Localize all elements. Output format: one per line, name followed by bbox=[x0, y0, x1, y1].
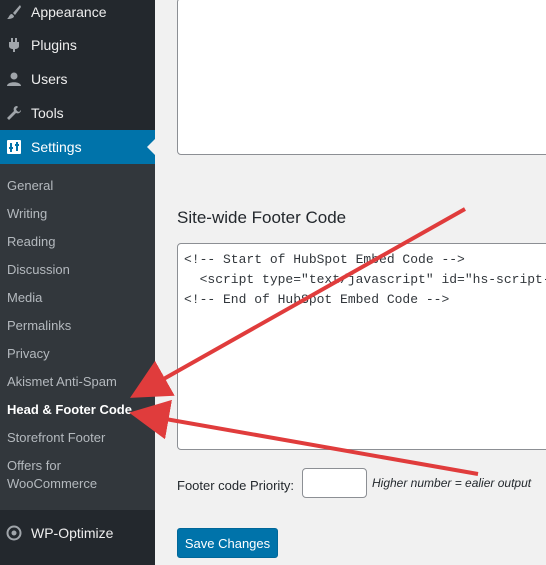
submenu-privacy[interactable]: Privacy bbox=[7, 345, 50, 363]
admin-sidebar: Appearance Plugins Users Tools Settings … bbox=[0, 0, 155, 565]
menu-appearance[interactable]: Appearance bbox=[0, 0, 155, 29]
footer-priority-hint: Higher number = ealier output bbox=[372, 476, 532, 490]
footer-priority-input[interactable] bbox=[302, 468, 367, 498]
submenu-akismet[interactable]: Akismet Anti-Spam bbox=[7, 373, 117, 391]
menu-label: Plugins bbox=[31, 37, 77, 53]
menu-label: WP-Optimize bbox=[31, 525, 114, 541]
code-line: <!-- Start of HubSpot Embed Code --> bbox=[184, 252, 465, 267]
user-icon bbox=[4, 69, 24, 89]
menu-plugins[interactable]: Plugins bbox=[0, 28, 155, 62]
wrench-icon bbox=[4, 103, 24, 123]
paintbrush-icon bbox=[4, 2, 24, 22]
save-changes-button[interactable]: Save Changes bbox=[177, 528, 278, 558]
submenu-reading[interactable]: Reading bbox=[7, 233, 55, 251]
menu-wp-optimize[interactable]: WP-Optimize bbox=[0, 516, 155, 550]
settings-submenu: General Writing Reading Discussion Media… bbox=[0, 164, 155, 510]
submenu-writing[interactable]: Writing bbox=[7, 205, 47, 223]
submenu-offers-line2[interactable]: WooCommerce bbox=[7, 475, 97, 493]
submenu-general[interactable]: General bbox=[7, 177, 53, 195]
footer-code-textarea[interactable]: <!-- Start of HubSpot Embed Code --> <sc… bbox=[177, 243, 546, 450]
menu-users[interactable]: Users bbox=[0, 62, 155, 96]
menu-label: Users bbox=[31, 71, 68, 87]
header-code-textarea[interactable] bbox=[177, 0, 546, 155]
submenu-media[interactable]: Media bbox=[7, 289, 42, 307]
submenu-offers-line1[interactable]: Offers for bbox=[7, 457, 61, 475]
menu-tools[interactable]: Tools bbox=[0, 96, 155, 130]
submenu-head-footer-code[interactable]: Head & Footer Code bbox=[7, 401, 132, 419]
submenu-storefront-footer[interactable]: Storefront Footer bbox=[7, 429, 105, 447]
menu-settings[interactable]: Settings bbox=[0, 130, 155, 164]
menu-label: Settings bbox=[31, 139, 82, 155]
submenu-permalinks[interactable]: Permalinks bbox=[7, 317, 71, 335]
wp-optimize-icon bbox=[4, 523, 24, 543]
submenu-discussion[interactable]: Discussion bbox=[7, 261, 70, 279]
menu-label: Tools bbox=[31, 105, 64, 121]
plugin-icon bbox=[4, 35, 24, 55]
code-line: <!-- End of HubSpot Embed Code --> bbox=[184, 292, 450, 307]
footer-priority-label: Footer code Priority: bbox=[177, 478, 295, 493]
code-line: <script type="text/javascript" id="hs-sc… bbox=[184, 272, 546, 287]
menu-label: Appearance bbox=[31, 4, 107, 20]
footer-section-title: Site-wide Footer Code bbox=[177, 208, 347, 227]
settings-icon bbox=[4, 137, 24, 157]
